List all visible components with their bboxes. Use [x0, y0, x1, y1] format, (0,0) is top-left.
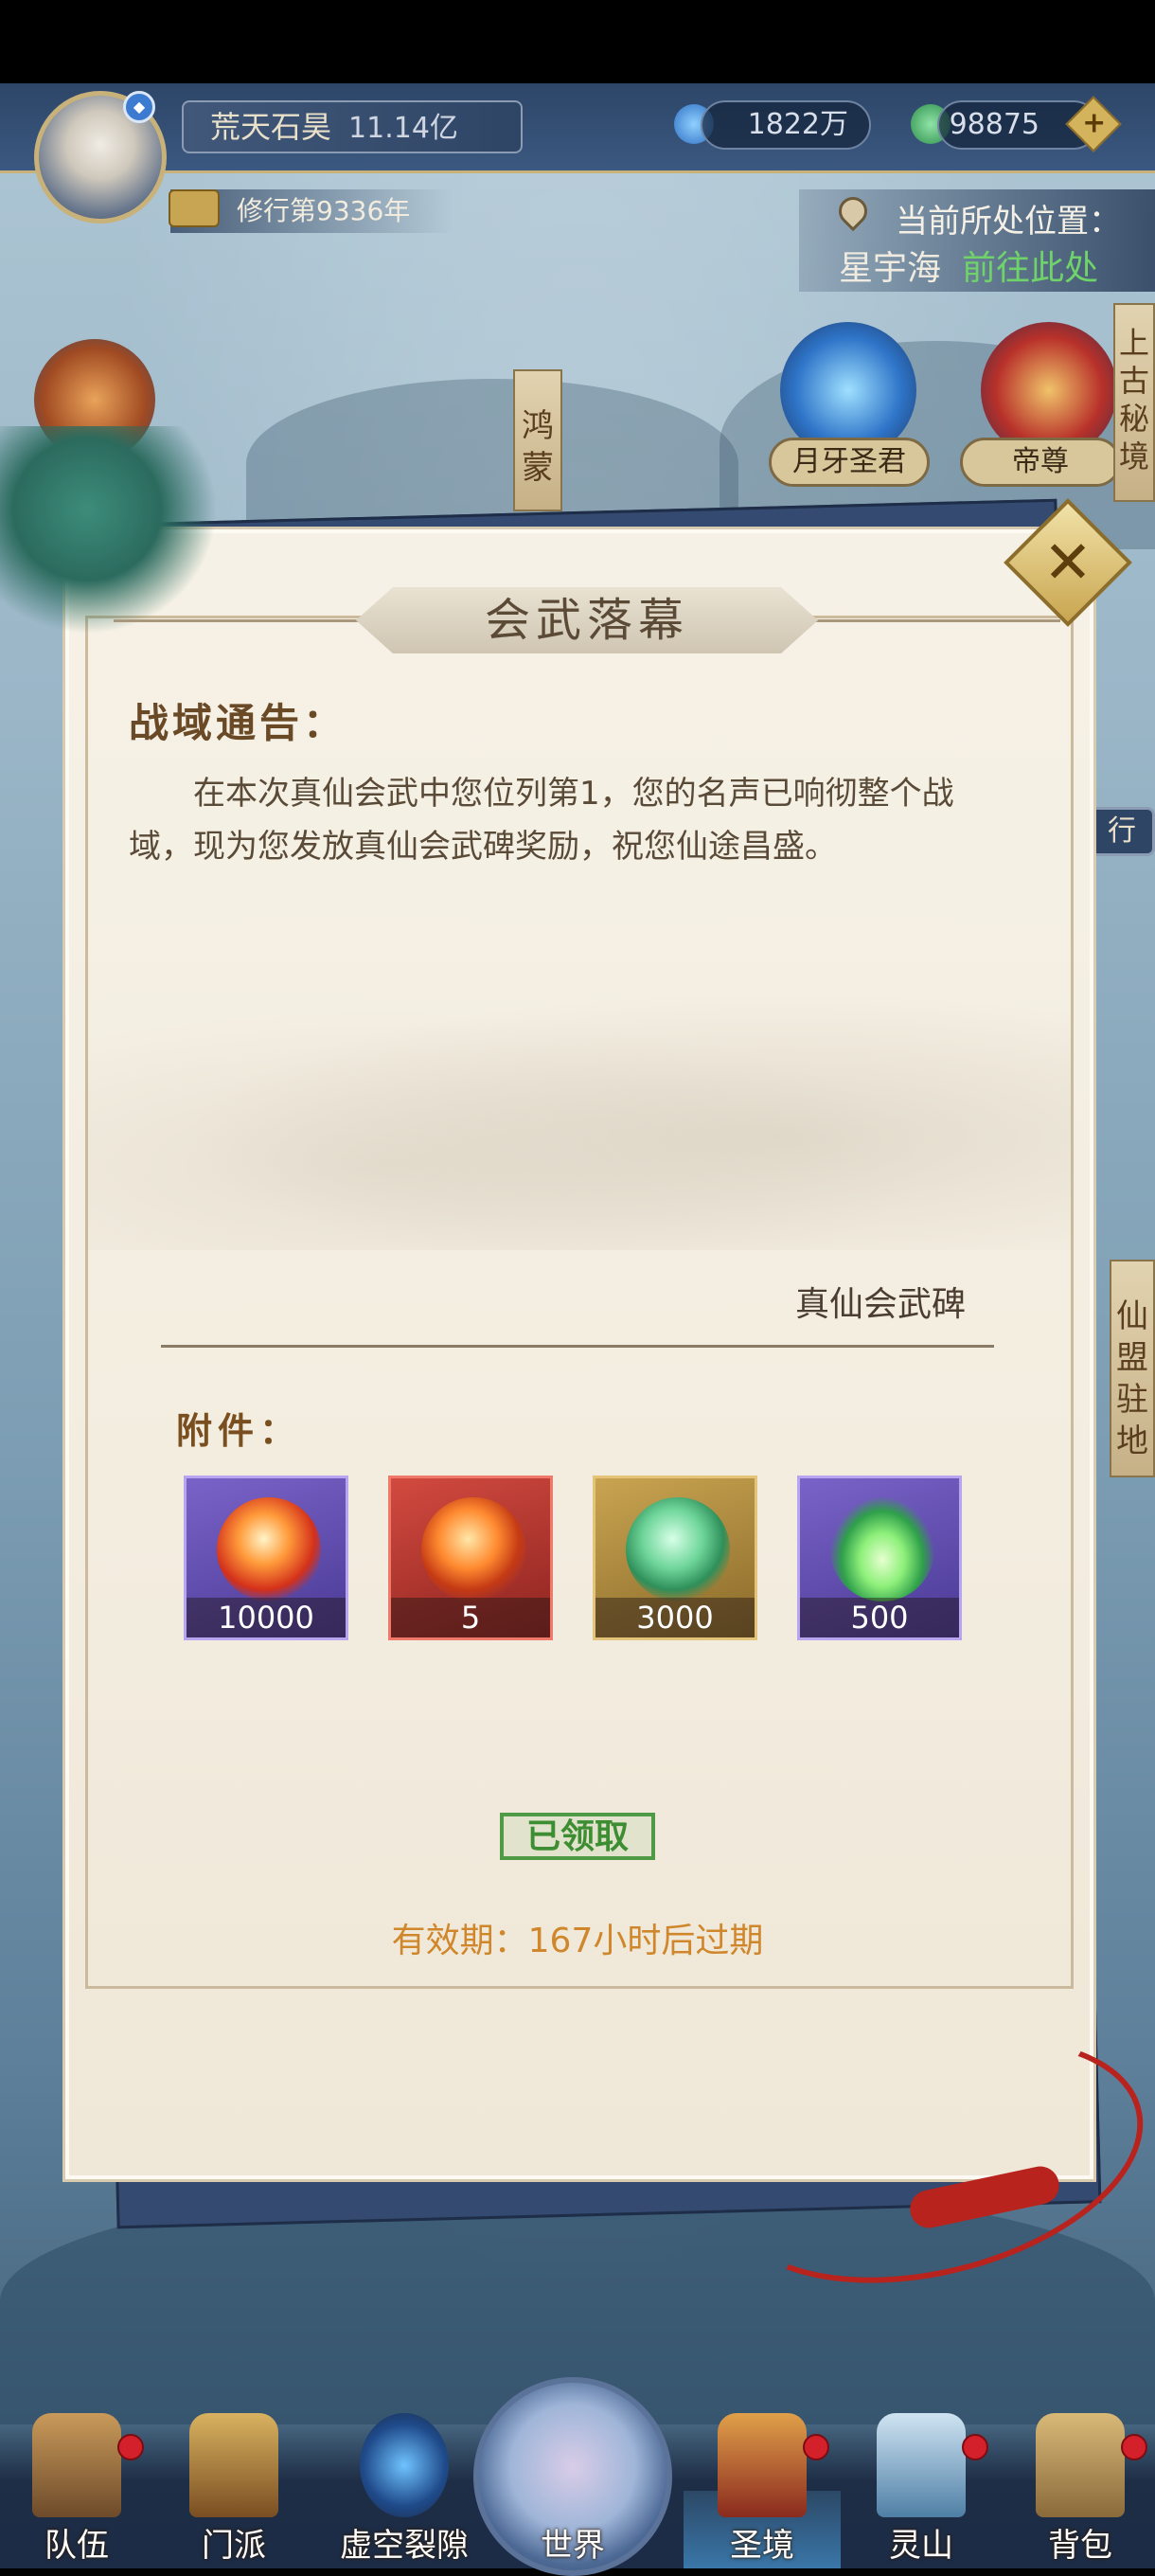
- nav-team[interactable]: 队伍: [15, 2413, 144, 2568]
- nav-sect[interactable]: 门派: [172, 2413, 295, 2568]
- attachment-item[interactable]: 500: [797, 1476, 962, 1640]
- notice-body: 在本次真仙会武中您位列第1，您的名声已响彻整个战域，现为您发放真仙会武碑奖励，祝…: [129, 775, 954, 866]
- scroll-icon[interactable]: [169, 189, 220, 227]
- item-quantity: 3000: [595, 1598, 755, 1637]
- attachment-item[interactable]: 10000: [184, 1476, 348, 1640]
- notice-title: 战域通告：: [129, 700, 347, 746]
- nav-bag[interactable]: 背包: [1019, 2413, 1147, 2568]
- nav-label: 背包: [1048, 2527, 1112, 2565]
- nav-label: 圣境: [730, 2527, 794, 2565]
- nav-holy-realm[interactable]: 圣境: [701, 2413, 829, 2568]
- holy-realm-icon: [718, 2413, 807, 2517]
- attachment-item[interactable]: 3000: [593, 1476, 757, 1640]
- item-quantity: 10000: [187, 1598, 346, 1637]
- nav-label: 灵山: [889, 2527, 953, 2565]
- alliance-tab[interactable]: 仙盟驻地: [1110, 1260, 1155, 1477]
- emperor-label: 帝尊: [960, 438, 1121, 487]
- fire-orb-icon: [217, 1497, 321, 1601]
- nav-label: 世界: [541, 2527, 605, 2565]
- attachment-item[interactable]: 5: [388, 1476, 553, 1640]
- combat-power-value: 11.14亿: [348, 112, 458, 145]
- item-quantity: 5: [391, 1598, 550, 1637]
- spirit-crystal-counter: 1822万: [701, 100, 871, 150]
- hongmeng-tab[interactable]: 鸿蒙: [513, 369, 562, 511]
- notification-dot: [1121, 2434, 1147, 2460]
- expiry-text: 有效期：167小时后过期: [391, 1922, 764, 1960]
- green-flame-icon: [830, 1497, 934, 1601]
- goto-location-link[interactable]: 前往此处: [962, 241, 1098, 290]
- travel-button[interactable]: 行: [1089, 807, 1155, 856]
- nav-label: 门派: [202, 2527, 266, 2565]
- title-rule-left: [114, 619, 369, 622]
- notification-dot: [117, 2434, 144, 2460]
- sect-icon: [189, 2413, 278, 2517]
- bag-icon: [1036, 2413, 1125, 2517]
- dialog-title: 会武落幕: [484, 594, 689, 647]
- ancient-secret-tab[interactable]: 上古秘境: [1113, 303, 1155, 502]
- player-name: 荒天石昊: [210, 109, 332, 145]
- title-rule-right: [805, 619, 1060, 622]
- item-quantity: 500: [800, 1598, 959, 1637]
- flame-pearl-icon: [421, 1497, 525, 1601]
- notification-dot: [803, 2434, 829, 2460]
- nav-spirit-mountain[interactable]: 灵山: [860, 2413, 988, 2568]
- ink-landscape-decoration: [85, 966, 1074, 1250]
- void-rift-icon: [360, 2413, 449, 2517]
- pine-decoration: [0, 426, 218, 635]
- close-icon: ✕: [1043, 528, 1093, 597]
- spirit-mountain-icon: [877, 2413, 966, 2517]
- attachments-label: 附件：: [176, 1409, 302, 1452]
- vip-badge-icon: ◆: [123, 91, 155, 123]
- location-title: 当前所处位置：: [896, 203, 1121, 241]
- nav-void-rift[interactable]: 虚空裂隙: [333, 2413, 475, 2568]
- nav-label: 队伍: [44, 2527, 109, 2565]
- nav-world[interactable]: 世界: [511, 2413, 634, 2568]
- claimed-stamp: 已领取: [500, 1813, 655, 1860]
- notification-dot: [962, 2434, 988, 2460]
- nav-label: 虚空裂隙: [340, 2527, 469, 2565]
- moon-lord-label: 月牙圣君: [769, 438, 930, 487]
- player-name-plate[interactable]: 荒天石昊 11.14亿: [182, 100, 523, 153]
- jade-pendant-icon: [626, 1497, 730, 1601]
- notice-signature: 真仙会武碑: [794, 1285, 966, 1324]
- signature-divider: [161, 1345, 994, 1348]
- plus-icon: +: [1082, 106, 1107, 140]
- location-place: 星宇海: [839, 249, 942, 288]
- team-icon: [32, 2413, 121, 2517]
